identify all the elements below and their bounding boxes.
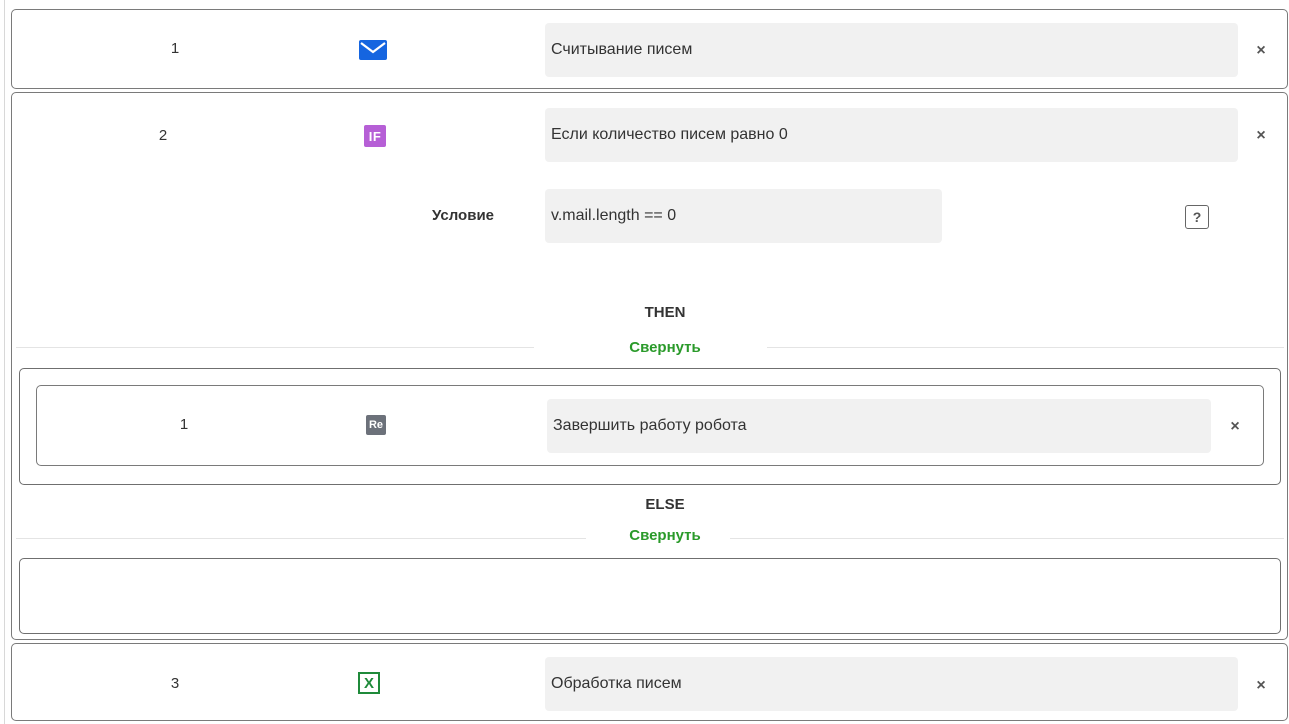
then-title: THEN	[644, 304, 686, 321]
step-number: 3	[170, 675, 180, 692]
delete-step-button[interactable]: ×	[1251, 126, 1271, 146]
step-number: 1	[179, 416, 189, 433]
re-icon: Re	[366, 415, 386, 435]
step-number: 1	[170, 40, 180, 57]
step-3-card: 3 X Обработка писем ×	[11, 643, 1288, 721]
then-step-1-card: 1 Re Завершить работу робота ×	[36, 385, 1264, 466]
if-icon: IF	[364, 125, 386, 147]
step-2-card: 2 IF Если количество писем равно 0 × Усл…	[11, 92, 1288, 640]
then-divider-right	[767, 347, 1284, 348]
then-branch-box: 1 Re Завершить работу робота ×	[19, 368, 1281, 485]
step-title-field[interactable]: Считывание писем	[545, 23, 1238, 77]
condition-label: Условие	[432, 207, 495, 224]
step-title-field[interactable]: Завершить работу робота	[547, 399, 1211, 453]
else-divider-left	[16, 538, 586, 539]
left-border-rule	[4, 0, 5, 724]
excel-icon: X	[358, 672, 380, 694]
then-collapse-link[interactable]: Свернуть	[600, 339, 730, 356]
else-title: ELSE	[645, 496, 685, 513]
step-1-card: 1 Считывание писем ×	[11, 9, 1288, 89]
mail-icon	[359, 40, 387, 60]
else-branch-box	[19, 558, 1281, 634]
else-divider-right	[715, 538, 1284, 539]
step-title-field[interactable]: Если количество писем равно 0	[545, 108, 1238, 162]
else-collapse-link[interactable]: Свернуть	[600, 527, 730, 544]
help-icon[interactable]: ?	[1185, 205, 1209, 229]
condition-input[interactable]: v.mail.length == 0	[545, 189, 942, 243]
delete-step-button[interactable]: ×	[1251, 41, 1271, 61]
step-number: 2	[158, 127, 168, 144]
step-title-field[interactable]: Обработка писем	[545, 657, 1238, 711]
then-divider-left	[16, 347, 534, 348]
delete-step-button[interactable]: ×	[1225, 417, 1245, 437]
delete-step-button[interactable]: ×	[1251, 676, 1271, 696]
